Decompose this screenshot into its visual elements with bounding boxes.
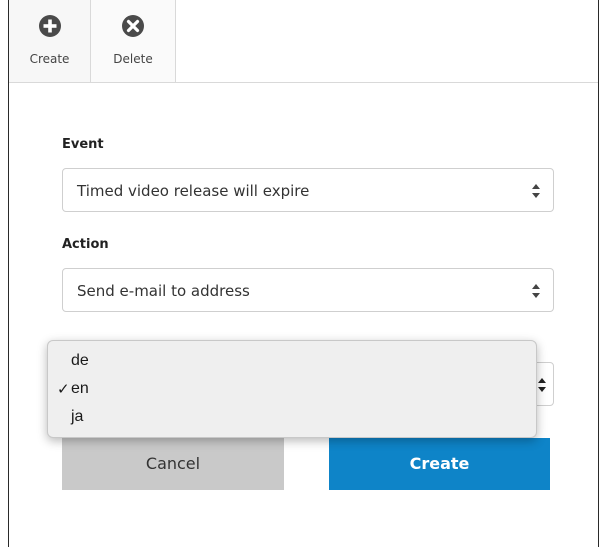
delete-tool-label: Delete <box>113 52 153 66</box>
event-select-value: Timed video release will expire <box>77 182 310 200</box>
language-dropdown-menu: de ✓ en ja <box>47 340 537 438</box>
option-label: ja <box>71 408 84 425</box>
dialog-frame: Create Delete Event Timed video release … <box>8 0 599 547</box>
updown-arrows-icon <box>531 182 541 200</box>
event-select[interactable]: Timed video release will expire <box>62 168 554 212</box>
action-select-value: Send e-mail to address <box>77 282 250 300</box>
dropdown-option-en[interactable]: ✓ en <box>48 376 536 404</box>
updown-arrows-icon <box>537 376 547 398</box>
option-label: de <box>71 352 89 369</box>
cancel-button[interactable]: Cancel <box>62 438 284 490</box>
updown-arrows-icon <box>531 282 541 300</box>
action-select[interactable]: Send e-mail to address <box>62 268 554 312</box>
event-label: Event <box>62 137 104 152</box>
x-circle-icon <box>121 14 145 38</box>
delete-tool-button[interactable]: Delete <box>91 0 176 82</box>
create-tool-button[interactable]: Create <box>9 0 91 82</box>
toolbar: Create Delete <box>9 0 598 83</box>
option-label: en <box>71 380 89 397</box>
plus-circle-icon <box>38 14 62 38</box>
create-button[interactable]: Create <box>329 438 550 490</box>
dropdown-option-ja[interactable]: ja <box>48 404 536 432</box>
action-label: Action <box>62 237 109 252</box>
create-tool-label: Create <box>29 52 70 66</box>
checkmark-icon: ✓ <box>57 381 70 398</box>
dropdown-option-de[interactable]: de <box>48 348 536 376</box>
